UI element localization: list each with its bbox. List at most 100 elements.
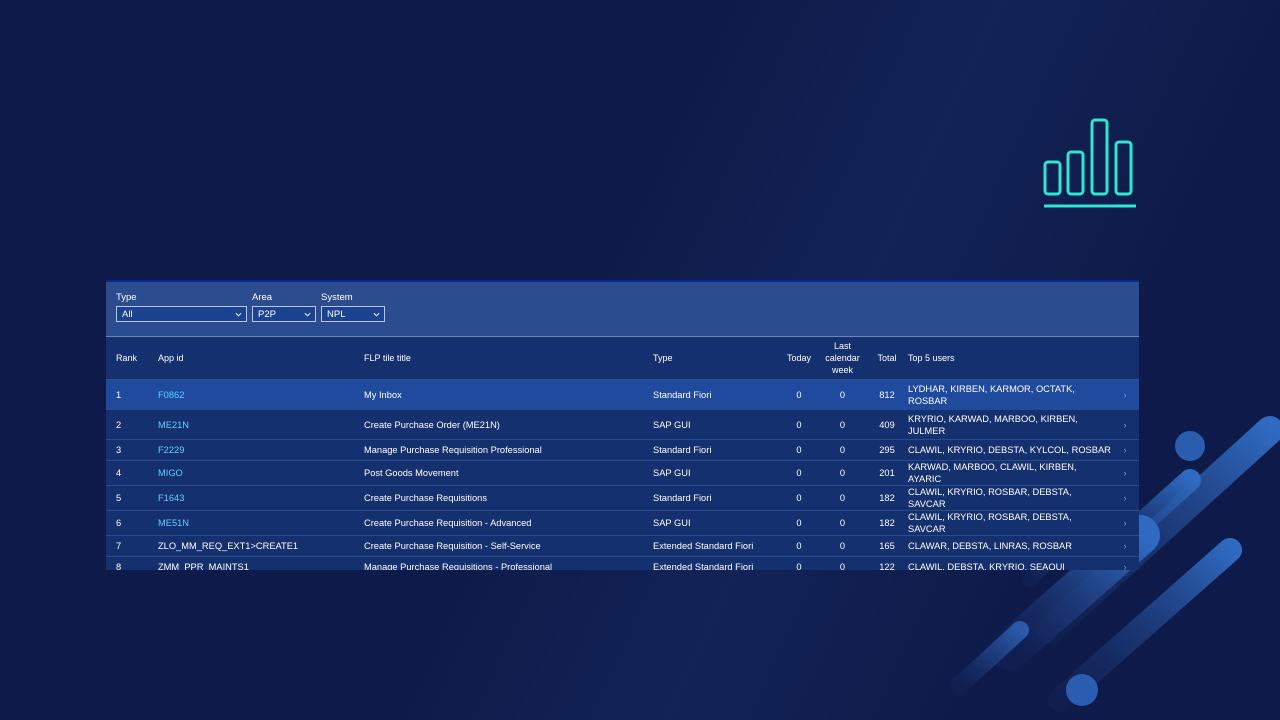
- app-id-link[interactable]: F1643: [158, 485, 364, 511]
- column-header-total[interactable]: Total: [866, 337, 908, 380]
- title-cell: Manage Purchase Requisitions - Professio…: [364, 556, 653, 570]
- app-id-link[interactable]: ME51N: [158, 510, 364, 536]
- type-select[interactable]: All: [116, 306, 247, 322]
- table-row[interactable]: 2 ME21N Create Purchase Order (ME21N) SA…: [106, 409, 1139, 440]
- total-cell: 122: [866, 556, 908, 570]
- bar-chart-icon: [1043, 118, 1136, 208]
- filter-bar: Type All Area P2P System NPL: [106, 282, 1139, 337]
- column-header-today[interactable]: Today: [779, 337, 819, 380]
- column-header-title[interactable]: FLP tile title: [364, 337, 653, 380]
- rank-cell: 1: [106, 379, 158, 410]
- top-users-cell: KRYRIO, KARWAD, MARBOO, KIRBEN, JULMER: [908, 409, 1111, 440]
- title-cell: Create Purchase Requisition - Self-Servi…: [364, 535, 653, 557]
- chevron-right-icon[interactable]: ›: [1111, 510, 1139, 536]
- column-header-last-week[interactable]: Last calendar week: [819, 337, 866, 380]
- chevron-right-icon[interactable]: ›: [1111, 460, 1139, 486]
- table-row[interactable]: 5 F1643 Create Purchase Requisitions Sta…: [106, 485, 1139, 511]
- week-cell: 0: [819, 379, 866, 410]
- table-row[interactable]: 6 ME51N Create Purchase Requisition - Ad…: [106, 510, 1139, 536]
- table-header-row: Rank App id FLP tile title Type Today La…: [106, 337, 1139, 380]
- table-row[interactable]: 8 ZMM_PPR_MAINTS1 Manage Purchase Requis…: [106, 556, 1139, 570]
- type-cell: Standard Fiori: [653, 379, 779, 410]
- area-select[interactable]: P2P: [252, 306, 316, 322]
- column-header-last-week-line3: week: [831, 365, 853, 375]
- total-cell: 812: [866, 379, 908, 410]
- total-cell: 182: [866, 510, 908, 536]
- type-cell: Standard Fiori: [653, 439, 779, 461]
- title-cell: Post Goods Movement: [364, 460, 653, 486]
- week-cell: 0: [819, 409, 866, 440]
- column-header-spacer: [1111, 337, 1139, 380]
- title-cell: Manage Purchase Requisition Professional: [364, 439, 653, 461]
- system-filter: System NPL: [321, 292, 385, 322]
- type-filter-label: Type: [116, 292, 137, 303]
- chevron-right-icon[interactable]: ›: [1111, 535, 1139, 557]
- rank-cell: 7: [106, 535, 158, 557]
- type-cell: Standard Fiori: [653, 485, 779, 511]
- table-row[interactable]: 3 F2229 Manage Purchase Requisition Prof…: [106, 439, 1139, 461]
- rank-cell: 8: [106, 556, 158, 570]
- title-cell: Create Purchase Requisitions: [364, 485, 653, 511]
- chevron-right-icon[interactable]: ›: [1111, 379, 1139, 410]
- week-cell: 0: [819, 460, 866, 486]
- column-header-type[interactable]: Type: [653, 337, 779, 380]
- app-id-link[interactable]: F0862: [158, 379, 364, 410]
- top-users-cell: LYDHAR, KIRBEN, KARMOR, OCTATK, ROSBAR: [908, 379, 1111, 410]
- type-cell: SAP GUI: [653, 409, 779, 440]
- type-filter: Type All: [116, 292, 247, 322]
- today-cell: 0: [779, 379, 819, 410]
- week-cell: 0: [819, 535, 866, 557]
- app-usage-table: Rank App id FLP tile title Type Today La…: [106, 337, 1139, 570]
- app-id-cell: ZLO_MM_REQ_EXT1>CREATE1: [158, 535, 364, 557]
- table-row[interactable]: 1 F0862 My Inbox Standard Fiori 0 0 812 …: [106, 379, 1139, 410]
- app-id-link[interactable]: MIGO: [158, 460, 364, 486]
- chevron-right-icon[interactable]: ›: [1111, 556, 1139, 570]
- week-cell: 0: [819, 439, 866, 461]
- type-cell: Extended Standard Fiori: [653, 535, 779, 557]
- today-cell: 0: [779, 556, 819, 570]
- rank-cell: 6: [106, 510, 158, 536]
- total-cell: 409: [866, 409, 908, 440]
- today-cell: 0: [779, 510, 819, 536]
- type-select-value: All: [122, 308, 133, 320]
- system-select[interactable]: NPL: [321, 306, 385, 322]
- chevron-down-icon: [373, 312, 380, 317]
- rank-cell: 2: [106, 409, 158, 440]
- chevron-right-icon[interactable]: ›: [1111, 409, 1139, 440]
- title-cell: Create Purchase Order (ME21N): [364, 409, 653, 440]
- type-cell: SAP GUI: [653, 460, 779, 486]
- app-usage-panel: Type All Area P2P System NPL Rank App id…: [106, 280, 1139, 570]
- column-header-app-id[interactable]: App id: [158, 337, 364, 380]
- system-select-value: NPL: [327, 308, 346, 320]
- chevron-right-icon[interactable]: ›: [1111, 439, 1139, 461]
- chevron-right-icon[interactable]: ›: [1111, 485, 1139, 511]
- app-id-link[interactable]: ME21N: [158, 409, 364, 440]
- area-filter-label: Area: [252, 292, 273, 303]
- top-users-cell: KARWAD, MARBOO, CLAWIL, KIRBEN, AYARIC: [908, 460, 1111, 486]
- column-header-top-users[interactable]: Top 5 users: [908, 337, 1111, 380]
- column-header-rank[interactable]: Rank: [106, 337, 158, 380]
- title-cell: My Inbox: [364, 379, 653, 410]
- rank-cell: 3: [106, 439, 158, 461]
- total-cell: 165: [866, 535, 908, 557]
- chevron-down-icon: [235, 312, 242, 317]
- today-cell: 0: [779, 409, 819, 440]
- area-select-value: P2P: [258, 308, 276, 320]
- type-cell: SAP GUI: [653, 510, 779, 536]
- total-cell: 182: [866, 485, 908, 511]
- top-users-cell: CLAWIL, KRYRIO, DEBSTA, KYLCOL, ROSBAR: [908, 439, 1111, 461]
- table-row[interactable]: 7 ZLO_MM_REQ_EXT1>CREATE1 Create Purchas…: [106, 535, 1139, 557]
- top-users-cell: CLAWIL, KRYRIO, ROSBAR, DEBSTA, SAVCAR: [908, 510, 1111, 536]
- chevron-down-icon: [304, 312, 311, 317]
- table-row[interactable]: 4 MIGO Post Goods Movement SAP GUI 0 0 2…: [106, 460, 1139, 486]
- type-cell: Extended Standard Fiori: [653, 556, 779, 570]
- today-cell: 0: [779, 485, 819, 511]
- app-id-link[interactable]: F2229: [158, 439, 364, 461]
- total-cell: 201: [866, 460, 908, 486]
- today-cell: 0: [779, 460, 819, 486]
- rank-cell: 5: [106, 485, 158, 511]
- title-cell: Create Purchase Requisition - Advanced: [364, 510, 653, 536]
- total-cell: 295: [866, 439, 908, 461]
- top-users-cell: CLAWIL, KRYRIO, ROSBAR, DEBSTA, SAVCAR: [908, 485, 1111, 511]
- week-cell: 0: [819, 510, 866, 536]
